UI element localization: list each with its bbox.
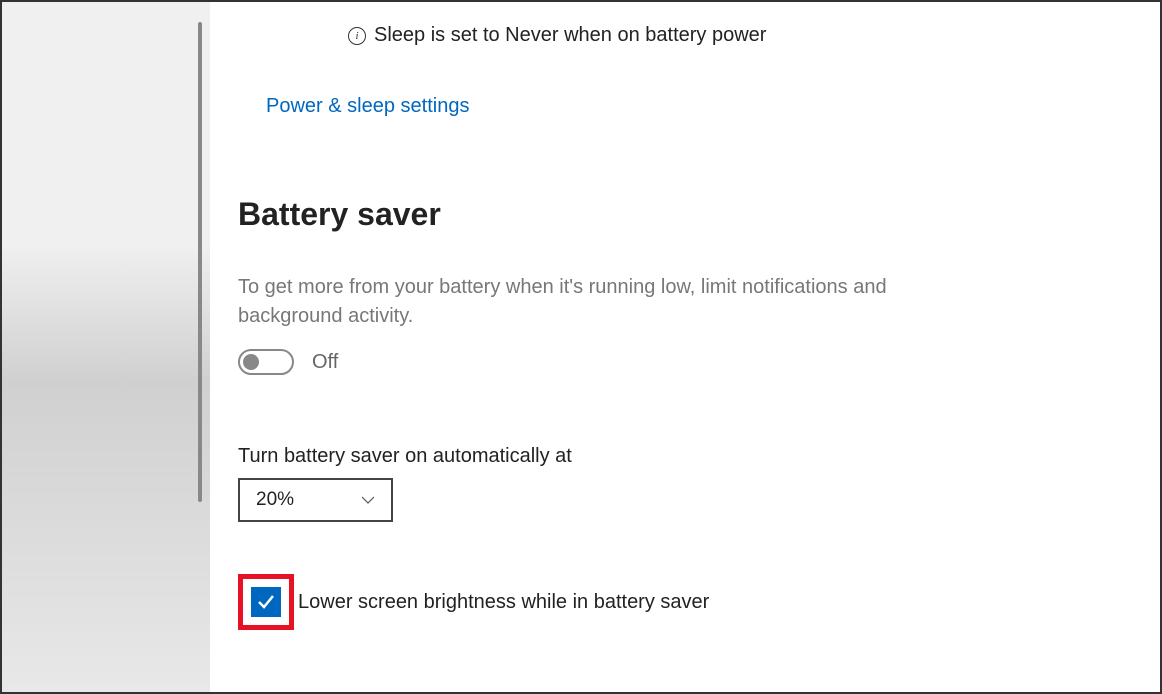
scrollbar[interactable] <box>198 22 202 502</box>
threshold-dropdown[interactable]: 20% <box>238 478 393 522</box>
content-panel: i Sleep is set to Never when on battery … <box>210 2 1160 692</box>
toggle-knob <box>243 354 259 370</box>
brightness-checkbox-row: Lower screen brightness while in battery… <box>238 574 1120 630</box>
battery-saver-heading: Battery saver <box>238 196 1120 233</box>
info-icon: i <box>348 27 366 45</box>
annotation-highlight <box>238 574 294 630</box>
battery-saver-toggle-row: Off <box>238 349 1120 375</box>
check-icon <box>256 592 276 612</box>
threshold-value: 20% <box>256 489 294 511</box>
sidebar-panel <box>2 2 210 692</box>
battery-saver-toggle[interactable] <box>238 349 294 375</box>
brightness-checkbox[interactable] <box>251 587 281 617</box>
battery-saver-description: To get more from your battery when it's … <box>238 273 918 331</box>
auto-threshold-label: Turn battery saver on automatically at <box>238 445 1120 468</box>
chevron-down-icon <box>361 493 375 507</box>
info-text: Sleep is set to Never when on battery po… <box>374 24 766 47</box>
power-sleep-settings-link[interactable]: Power & sleep settings <box>266 95 1120 118</box>
toggle-state-label: Off <box>312 351 338 374</box>
brightness-checkbox-label: Lower screen brightness while in battery… <box>298 591 709 614</box>
info-notice: i Sleep is set to Never when on battery … <box>348 24 1120 47</box>
